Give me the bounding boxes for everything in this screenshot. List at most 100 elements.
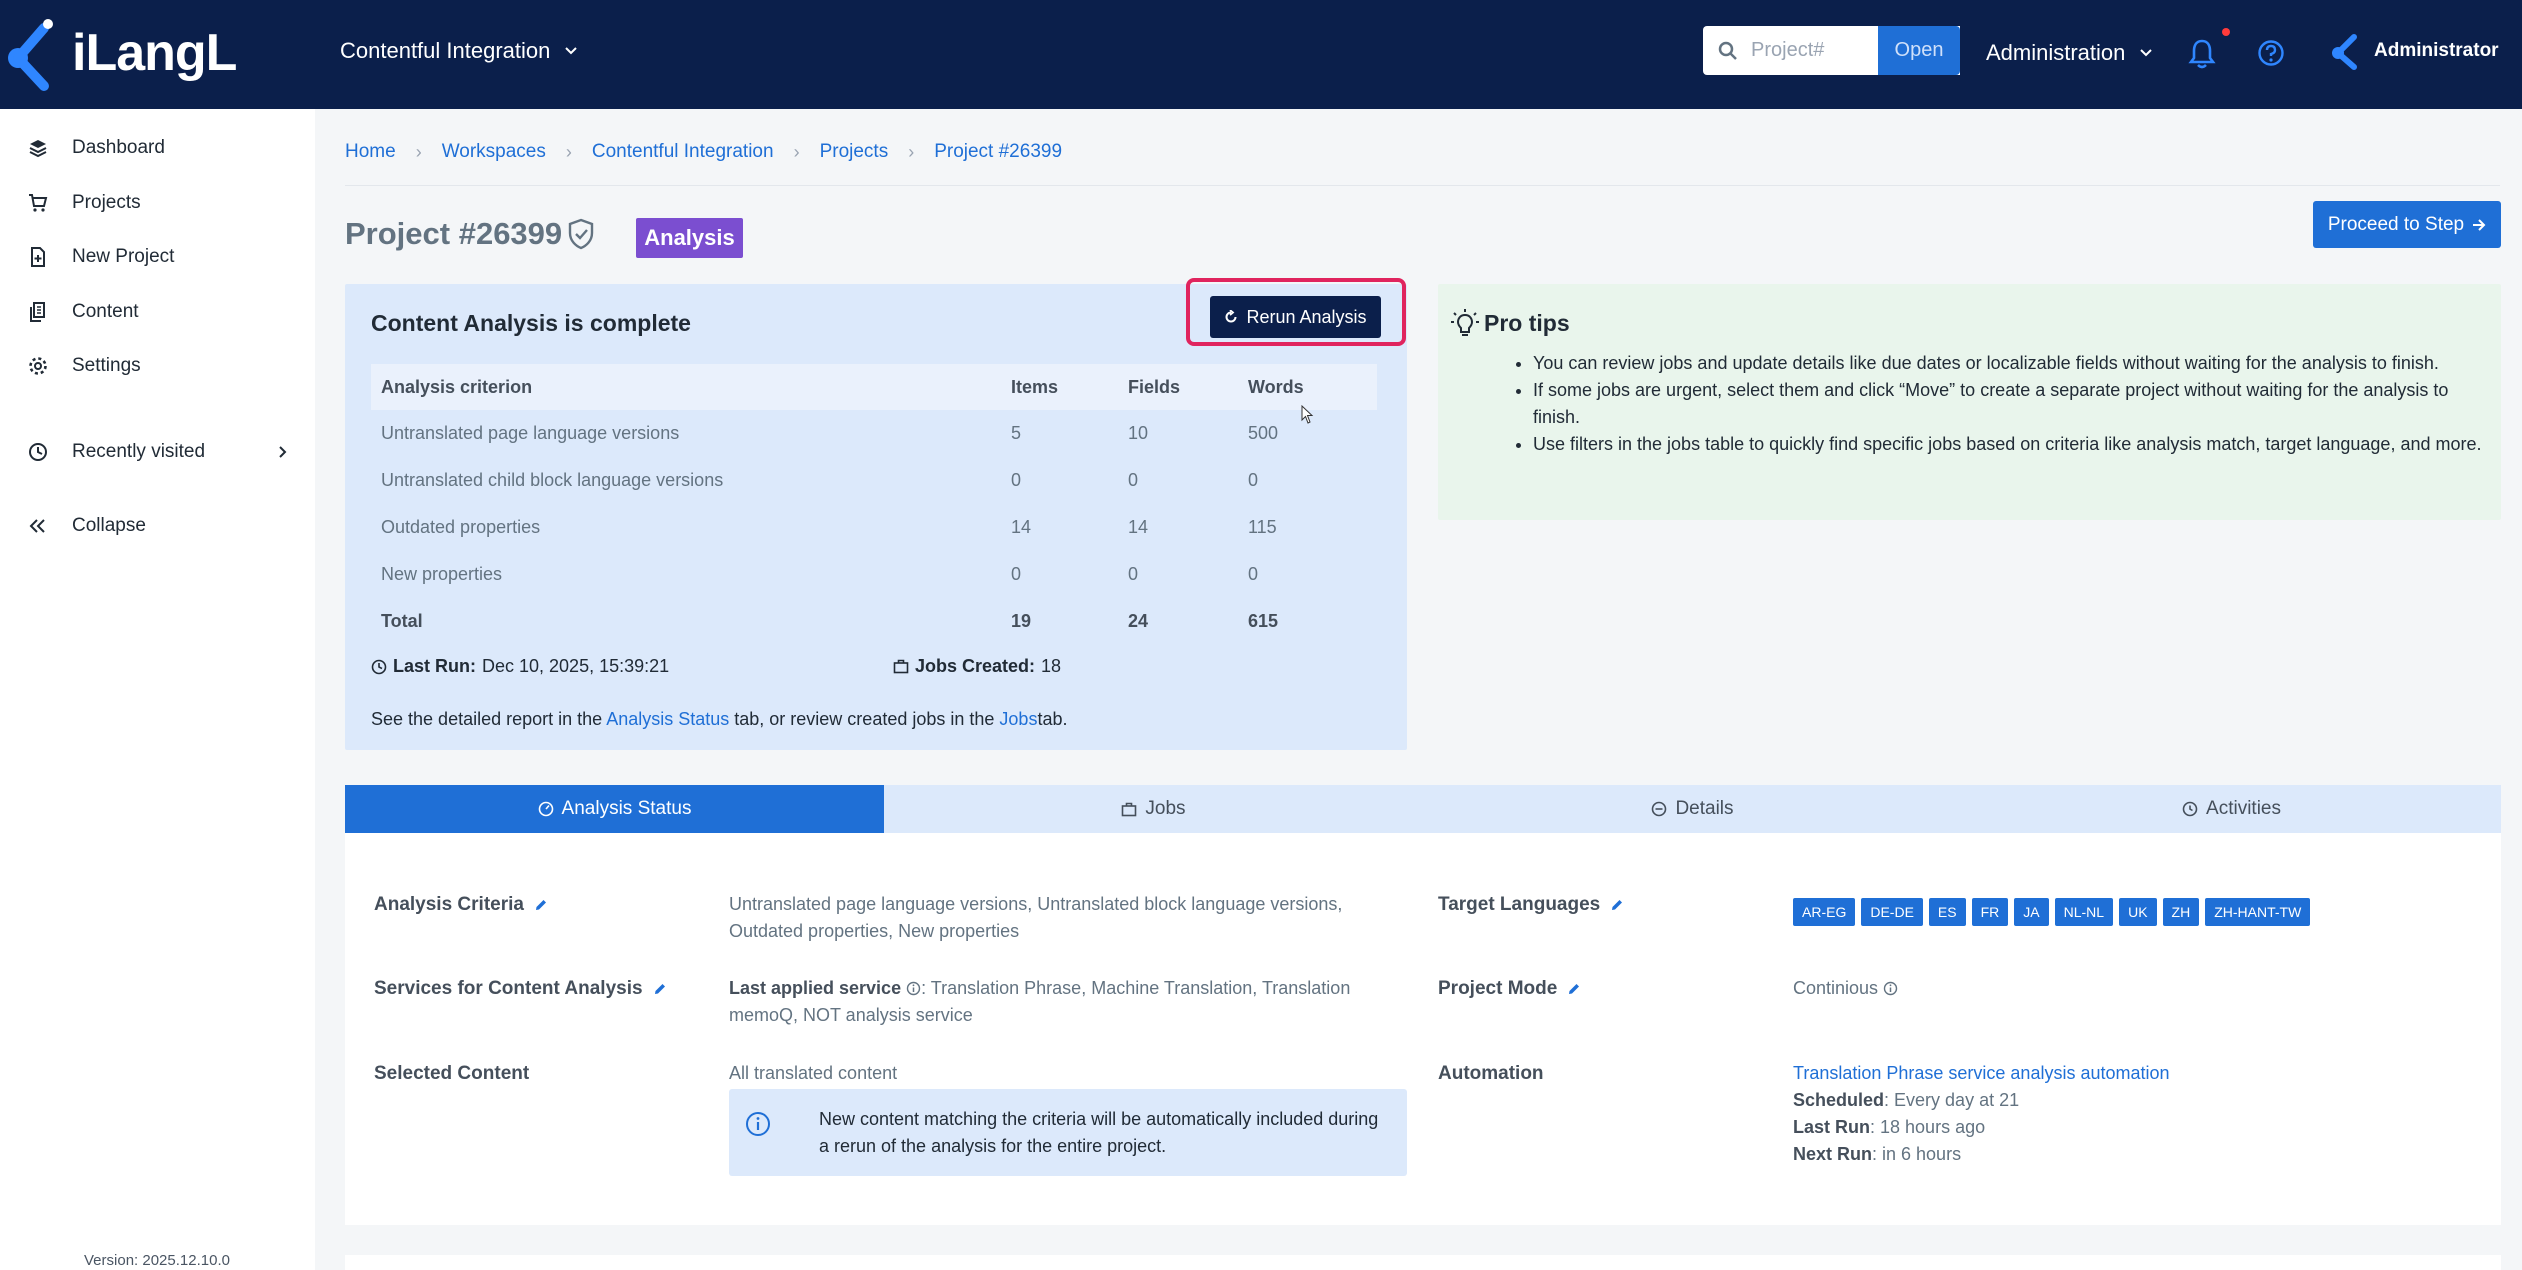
tab-jobs[interactable]: Jobs [884,785,1423,833]
footnote-text: tab. [1037,709,1068,729]
gauge-icon [538,801,553,817]
info-icon[interactable] [906,981,921,996]
field-label: Project Mode [1438,978,1558,999]
services-label: Services for Content Analysis [374,978,667,1000]
column-header: Words [1248,376,1304,397]
files-icon [30,302,45,322]
administration-menu[interactable]: Administration [1986,40,2153,66]
tab-details[interactable]: Details [1423,785,1962,833]
app-logo[interactable]: iLangL [4,14,237,92]
table-cell: 14 [1011,517,1032,537]
column-header: Fields [1128,376,1181,397]
workspace-selector[interactable]: Contentful Integration [340,38,578,64]
tab-label: Activities [2206,798,2281,819]
table-cell: 0 [1011,564,1022,584]
sidebar-item-recently-visited[interactable]: Recently visited [28,441,288,463]
project-tabs: Analysis Status Jobs Details Activities [345,785,2501,833]
footnote-text: See the detailed report in the [371,709,603,729]
sidebar-collapse[interactable]: Collapse [28,515,288,537]
project-mode-text: Continious [1793,978,1879,998]
tab-label: Analysis Status [561,798,692,819]
app-version: Version: 2025.12.10.0 [84,1252,230,1269]
breadcrumb-workspace[interactable]: Contentful Integration [592,141,774,163]
tab-analysis-status[interactable]: Analysis Status [345,785,884,833]
help-icon[interactable] [2257,39,2285,67]
footnote-text: tab, or review created jobs in the [734,709,995,729]
info-notice: New content matching the criteria will b… [729,1089,1407,1176]
search-icon [1718,41,1737,60]
table-header: Analysis criterion Items Fields Words [371,364,1377,410]
jobs-created-info: Jobs Created: 18 [893,656,1061,677]
sidebar-item-dashboard[interactable]: Dashboard [28,137,288,159]
table-total-row: Total 19 24 615 [371,598,1377,645]
language-badge: ZH [2162,898,2200,926]
table-cell: 500 [1248,423,1279,443]
table-cell: 0 [1248,470,1259,490]
language-badge: AR-EG [1793,898,1856,926]
sidebar-item-label: New Project [72,246,175,267]
table-cell: 10 [1128,423,1149,443]
sidebar-item-content[interactable]: Content [28,301,288,323]
user-menu[interactable]: Administrator [2330,32,2499,70]
automation-label: Automation [1438,1063,1544,1084]
mouse-cursor-icon [1301,405,1314,424]
sidebar-item-settings[interactable]: Settings [28,355,288,377]
breadcrumb: Home › Workspaces › Contentful Integrati… [345,141,1062,163]
table-cell: Untranslated page language versions [381,423,680,443]
breadcrumb-projects[interactable]: Projects [820,141,889,163]
gear-icon [29,357,47,375]
table-cell: Untranslated child block language versio… [381,470,724,490]
pencil-icon[interactable] [1567,982,1581,996]
sidebar-item-projects[interactable]: Projects [28,192,288,214]
pro-tips-list: You can review jobs and update details l… [1533,350,2483,458]
sidebar-item-new-project[interactable]: New Project [28,246,288,268]
breadcrumb-workspaces[interactable]: Workspaces [442,141,546,163]
notifications-bell-icon[interactable] [2188,38,2216,70]
info-icon [746,1112,770,1136]
field-label: Services for Content Analysis [374,978,643,999]
column-header: Analysis criterion [381,376,533,397]
pencil-icon[interactable] [534,898,548,912]
table-cell: New properties [381,564,503,584]
automation-last-run-label: Last Run [1793,1117,1871,1137]
automation-link[interactable]: Translation Phrase service analysis auto… [1793,1060,2170,1087]
tab-activities[interactable]: Activities [1962,785,2501,833]
table-row: Outdated properties 14 14 115 [371,504,1377,551]
table-cell: 615 [1248,611,1279,631]
jobs-link[interactable]: Jobs [999,709,1037,729]
proceed-to-step-button[interactable]: Proceed to Step [2313,201,2501,248]
selected-content-value: All translated content [729,1063,898,1083]
last-run-label: Last Run: [393,656,476,676]
rerun-label: Rerun Analysis [1246,306,1367,327]
sidebar-item-label: Collapse [72,515,146,536]
automation-value: Translation Phrase service analysis auto… [1793,1060,2170,1168]
status-badge: Analysis [636,218,743,258]
analysis-status-panel: Analysis Criteria Untranslated page lang… [345,833,2501,1225]
analysis-status-link[interactable]: Analysis Status [606,709,729,729]
chevron-right-icon [279,446,287,458]
last-run-info: Last Run: Dec 10, 2025, 15:39:21 [371,656,669,677]
table-cell: 24 [1128,611,1149,631]
sidebar-item-label: Projects [72,192,141,213]
pencil-icon[interactable] [653,982,667,996]
open-project-button[interactable]: Open [1878,26,1960,75]
analysis-card-title: Content Analysis is complete [371,310,691,336]
history-icon [2182,801,2198,817]
info-icon[interactable] [1883,981,1898,996]
table-cell: 5 [1011,423,1022,443]
breadcrumb-home[interactable]: Home [345,141,396,163]
project-mode-label: Project Mode [1438,978,1581,1000]
target-languages-label: Target Languages [1438,894,1624,916]
analysis-criteria-value: Untranslated page language versions, Unt… [729,894,1343,941]
pencil-icon[interactable] [1610,898,1624,912]
sidebar-item-label: Settings [72,355,141,376]
language-badges: AR-EG DE-DE ES FR JA NL-NL UK ZH ZH-HANT… [1793,898,2311,926]
rerun-analysis-button[interactable]: Rerun Analysis [1210,296,1381,338]
breadcrumb-separator: › [415,141,422,162]
next-run-value: : in 6 hours [1872,1144,1962,1164]
sidebar: Dashboard Projects New Project Content S… [0,109,315,1270]
pro-tips-title: Pro tips [1484,310,1570,336]
next-run-label: Next Run [1793,1144,1873,1164]
breadcrumb-current[interactable]: Project #26399 [934,141,1062,163]
sidebar-item-label: Recently visited [72,441,206,462]
